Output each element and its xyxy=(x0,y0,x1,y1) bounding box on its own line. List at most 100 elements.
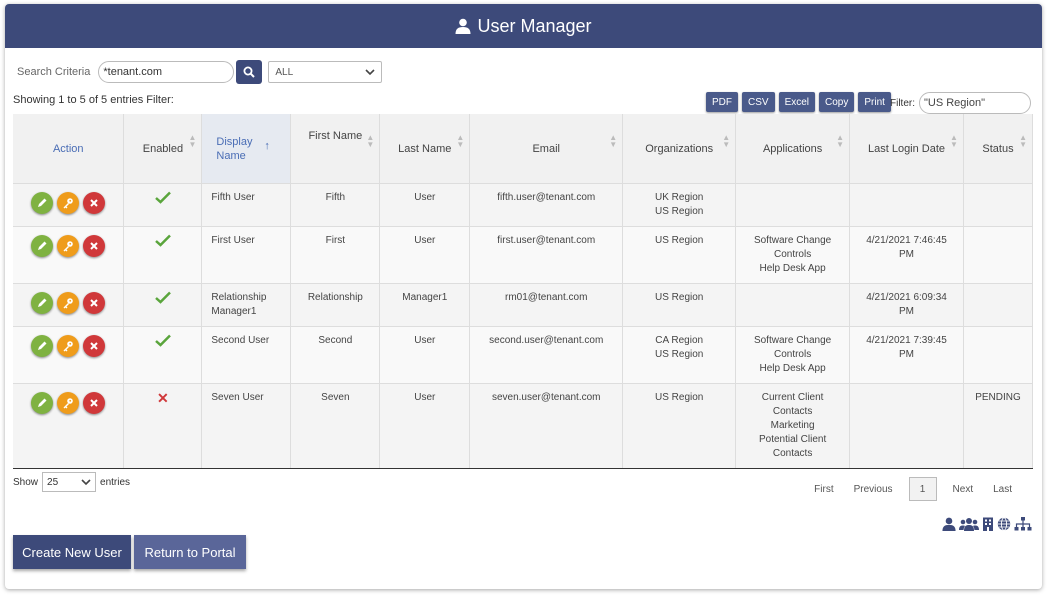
email-cell: second.user@tenant.com xyxy=(469,326,624,384)
key-icon xyxy=(62,297,74,309)
search-button[interactable] xyxy=(236,60,263,84)
table-row: Second User Second User second.user@tenant.… xyxy=(13,326,1034,384)
applications-cell xyxy=(735,183,851,227)
organizations-cell: US Region xyxy=(622,383,737,469)
column-header-applications[interactable]: Applications ▲ ▼ xyxy=(735,114,851,184)
organization-item: UK Region xyxy=(654,192,704,203)
display-name-cell: Relationship Manager1 xyxy=(201,283,292,327)
column-header-last-name[interactable]: Last Name ▲ ▼ xyxy=(379,114,471,184)
last-login-line: 4/21/2021 6:09:34 xyxy=(866,292,947,303)
enabled-cell xyxy=(123,326,203,384)
delete-user-button[interactable] xyxy=(83,235,106,257)
sort-icon: ▲ ▼ xyxy=(456,133,465,149)
display-name-cell: Second User xyxy=(201,326,292,384)
delete-user-button[interactable] xyxy=(83,192,106,214)
organization-item: CA Region xyxy=(655,335,704,346)
user-icon xyxy=(455,18,471,34)
sitemap-icon[interactable] xyxy=(1014,517,1032,531)
application-item: Help Desk App xyxy=(759,363,826,374)
application-item: Current Client xyxy=(761,392,824,403)
column-header-enabled[interactable]: Enabled ▲ ▼ xyxy=(123,114,203,184)
pencil-icon xyxy=(36,240,48,252)
display-name-cell: Fifth User xyxy=(201,183,292,227)
reset-password-button[interactable] xyxy=(57,335,80,357)
column-header-display-name[interactable]: Display Name ↑ xyxy=(201,114,292,184)
users-group-icon[interactable] xyxy=(959,517,979,531)
table-row: First User First User first.user@tenant.com… xyxy=(13,226,1034,284)
create-new-user-button[interactable]: Create New User xyxy=(13,535,131,569)
criteria-select[interactable]: ALL xyxy=(268,61,383,83)
delete-user-button[interactable] xyxy=(83,292,106,314)
first-name-cell: Fifth xyxy=(290,183,381,227)
sort-ascending-icon: ↑ xyxy=(264,140,270,152)
table-row: Relationship Manager1 Relationship Manager… xyxy=(13,283,1034,327)
last-name-cell: User xyxy=(379,326,471,384)
column-header-first-name[interactable]: First Name ▲ ▼ xyxy=(290,114,381,184)
last-login-cell: 4/21/2021 7:39:45 PM xyxy=(849,326,964,384)
edit-user-button[interactable] xyxy=(31,335,54,357)
pager-current-page[interactable]: 1 xyxy=(908,477,937,501)
first-name-cell: Second xyxy=(290,326,381,384)
users-table-body: Fifth User Fifth User fifth.user@tenant.com… xyxy=(13,183,1034,469)
pdf-button[interactable]: PDF xyxy=(706,92,738,112)
globe-icon[interactable] xyxy=(997,517,1011,531)
edit-user-button[interactable] xyxy=(31,192,54,214)
delete-user-button[interactable] xyxy=(83,392,106,414)
close-icon xyxy=(88,340,100,352)
print-button[interactable]: Print xyxy=(858,92,891,112)
column-header-organizations[interactable]: Organizations ▲ ▼ xyxy=(622,114,737,184)
pager-first[interactable]: First xyxy=(804,484,843,495)
last-login-line: 4/21/2021 7:39:45 xyxy=(866,335,947,346)
reset-password-button[interactable] xyxy=(57,192,80,214)
user-icon[interactable] xyxy=(942,517,956,531)
application-item: Controls xyxy=(773,349,812,360)
email-cell: fifth.user@tenant.com xyxy=(469,183,624,227)
column-header-status[interactable]: Status ▲ ▼ xyxy=(963,114,1034,184)
first-name-cell: Relationship xyxy=(290,283,381,327)
search-icon xyxy=(243,66,256,78)
search-input[interactable] xyxy=(98,61,235,83)
first-name-cell: Seven xyxy=(290,383,381,469)
column-header-email[interactable]: Email ▲ ▼ xyxy=(469,114,624,184)
edit-user-button[interactable] xyxy=(31,235,54,257)
page-size-select[interactable]: 25 xyxy=(42,472,97,492)
organization-item: US Region xyxy=(654,292,704,303)
reset-password-button[interactable] xyxy=(57,292,80,314)
pager-next[interactable]: Next xyxy=(943,484,984,495)
application-item: Software Change xyxy=(753,335,832,346)
sort-icon: ▲ ▼ xyxy=(836,133,845,149)
pencil-icon xyxy=(36,197,48,209)
chevron-down-icon xyxy=(81,478,91,485)
return-to-portal-button[interactable]: Return to Portal xyxy=(134,535,246,569)
row-actions xyxy=(13,183,125,227)
delete-user-button[interactable] xyxy=(83,335,106,357)
last-login-cell: 4/21/2021 6:09:34 PM xyxy=(849,283,964,327)
pager-previous[interactable]: Previous xyxy=(844,484,903,495)
last-name-cell: Manager1 xyxy=(379,283,471,327)
excel-button[interactable]: Excel xyxy=(778,92,816,112)
filter-input[interactable] xyxy=(919,92,1031,114)
close-icon xyxy=(88,197,100,209)
pager-last[interactable]: Last xyxy=(983,484,1022,495)
building-icon[interactable] xyxy=(982,517,994,531)
reset-password-button[interactable] xyxy=(57,235,80,257)
table-filter: Filter: xyxy=(890,92,1031,114)
csv-button[interactable]: CSV xyxy=(742,92,775,112)
application-item: Potential Client xyxy=(758,434,827,445)
close-icon xyxy=(88,397,100,409)
check-icon xyxy=(155,334,171,347)
application-item: Controls xyxy=(773,249,812,260)
admin-icons xyxy=(942,517,1032,531)
application-item: Marketing xyxy=(770,420,815,431)
reset-password-button[interactable] xyxy=(57,392,80,414)
organization-item: US Region xyxy=(654,235,704,246)
applications-cell: Software Change Controls Help Desk App xyxy=(735,326,851,384)
criteria-select-value: ALL xyxy=(275,66,294,78)
copy-button[interactable]: Copy xyxy=(819,92,855,112)
edit-user-button[interactable] xyxy=(31,392,54,414)
key-icon xyxy=(62,240,74,252)
display-name-cell: Seven User xyxy=(201,383,292,469)
last-name-cell: User xyxy=(379,383,471,469)
edit-user-button[interactable] xyxy=(31,292,54,314)
column-header-last-login-date[interactable]: Last Login Date ▲ ▼ xyxy=(849,114,964,184)
